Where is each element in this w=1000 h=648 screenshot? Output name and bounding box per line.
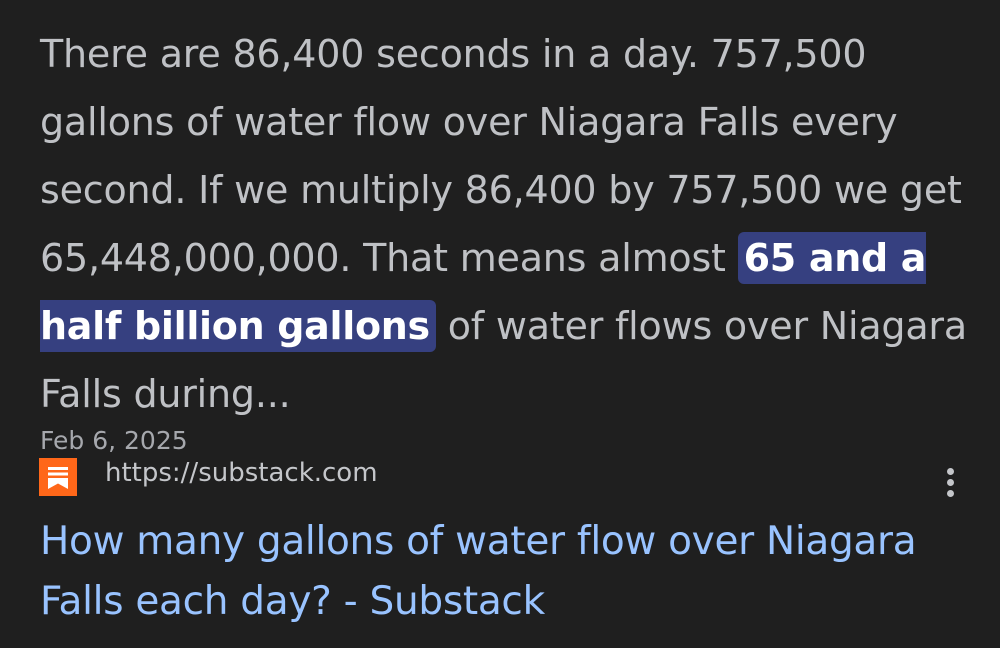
source-url[interactable]: https://substack.com: [105, 458, 378, 488]
more-vert-icon[interactable]: [935, 468, 965, 504]
result-title-link[interactable]: How many gallons of water flow over Niag…: [40, 512, 940, 632]
snippet-date: Feb 6, 2025: [40, 426, 188, 455]
answer-snippet: There are 86,400 seconds in a day. 757,5…: [40, 20, 970, 428]
substack-favicon-icon[interactable]: [39, 458, 77, 496]
